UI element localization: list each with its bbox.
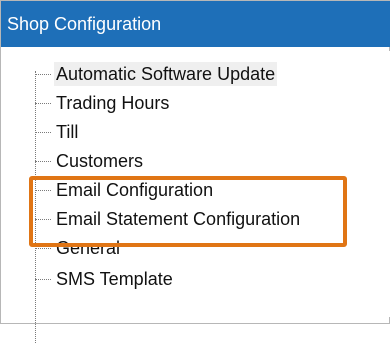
tree-item-label: Trading Hours (56, 93, 170, 113)
tree-item-label: General (56, 238, 121, 258)
panel-header: Shop Configuration (1, 1, 390, 47)
panel-title: Shop Configuration (7, 14, 162, 34)
tree-item-trading-hours[interactable]: Trading Hours (35, 89, 365, 117)
tree-branch-line (35, 248, 51, 249)
tree-item-label: Email Configuration (56, 180, 214, 200)
tree-branch-line (35, 103, 51, 104)
tree-branch-line (35, 279, 51, 280)
tree-item-label: Customers (56, 151, 144, 171)
tree-item-general[interactable]: General (35, 234, 365, 262)
tree-branch-line (35, 132, 51, 133)
shop-configuration-panel: Shop Configuration Automatic Software Up… (0, 0, 390, 343)
tree-item-email-configuration[interactable]: Email Configuration (35, 176, 365, 204)
tree-branch-line (35, 161, 51, 162)
tree-item-label: Till (56, 122, 79, 142)
tree-item-till[interactable]: Till (35, 118, 365, 146)
tree-item-label: Email Statement Configuration (56, 209, 301, 229)
tree-item-email-statement-configuration[interactable]: Email Statement Configuration (35, 205, 365, 233)
tree-item-label: SMS Template (56, 269, 173, 289)
tree-item-sms-template[interactable]: SMS Template (35, 265, 365, 293)
tree-branch-line (35, 190, 51, 191)
tree-branch-line (35, 219, 51, 220)
tree-item-automatic-software-update[interactable]: Automatic Software Update (35, 60, 365, 88)
configuration-tree[interactable]: Automatic Software Update Trading Hours … (7, 51, 390, 343)
tree-branch-line (35, 74, 51, 75)
tree-item-label: Automatic Software Update (54, 62, 278, 86)
tree-item-customers[interactable]: Customers (35, 147, 365, 175)
